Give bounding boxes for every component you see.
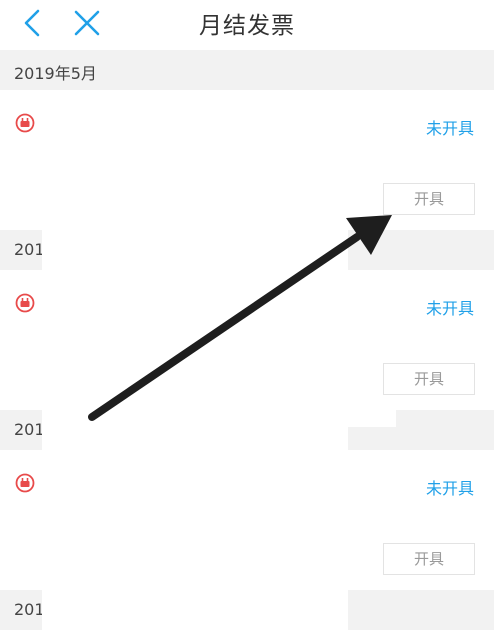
redaction-patch — [42, 230, 348, 270]
month-header: 2019年5月 — [0, 50, 494, 90]
status-label: 未开具 — [425, 299, 474, 318]
invoice-card: 未开具 开具 — [0, 270, 494, 410]
page-title: 月结发票 — [199, 13, 295, 39]
month-label: 201 — [14, 240, 45, 259]
invoice-card: 未开具 开具 — [0, 90, 494, 230]
redaction-patch — [348, 405, 396, 427]
issue-invoice-button[interactable]: 开具 — [383, 543, 475, 575]
month-label: 2019年5月 — [14, 64, 97, 83]
nav-bar: 月结发票 — [0, 0, 494, 46]
issue-invoice-button[interactable]: 开具 — [383, 183, 475, 215]
month-label: 201 — [14, 600, 45, 619]
invoice-card: 未开具 开具 — [0, 450, 494, 590]
calendar-icon — [15, 473, 35, 493]
issue-invoice-button[interactable]: 开具 — [383, 363, 475, 395]
redaction-patch — [42, 410, 348, 450]
status-label: 未开具 — [425, 479, 474, 498]
calendar-icon — [15, 113, 35, 133]
calendar-icon — [15, 293, 35, 313]
status-label: 未开具 — [425, 119, 474, 138]
month-label: 201 — [14, 420, 45, 439]
redaction-patch — [42, 590, 348, 630]
